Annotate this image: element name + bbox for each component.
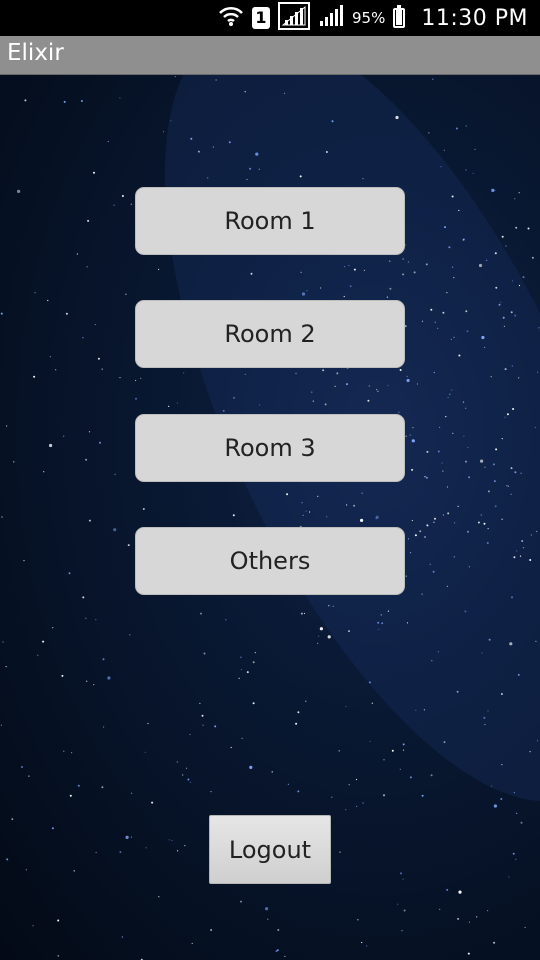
app-title: Elixir [7, 40, 64, 66]
logout-button[interactable]: Logout [209, 815, 331, 884]
clock: 11:30 PM [421, 5, 528, 31]
room-3-button[interactable]: Room 3 [135, 414, 405, 482]
battery-percent: 95% [352, 9, 386, 27]
wifi-icon [218, 4, 244, 32]
battery-icon [393, 5, 406, 28]
status-bar: 1 95% 11:30 PM [0, 0, 540, 36]
action-bar: Elixir [0, 36, 540, 75]
signal-icon [318, 4, 344, 32]
room-2-button[interactable]: Room 2 [135, 300, 405, 368]
sim-icon: 1 [252, 7, 270, 29]
room-1-button[interactable]: Room 1 [135, 187, 405, 255]
others-button[interactable]: Others [135, 527, 405, 595]
app-screen: 1 95% 11:30 PM Elixir Room 1 Room 2 Room… [0, 0, 540, 960]
signal-icon [278, 2, 310, 34]
status-icons: 1 95% 11:30 PM [218, 0, 528, 36]
